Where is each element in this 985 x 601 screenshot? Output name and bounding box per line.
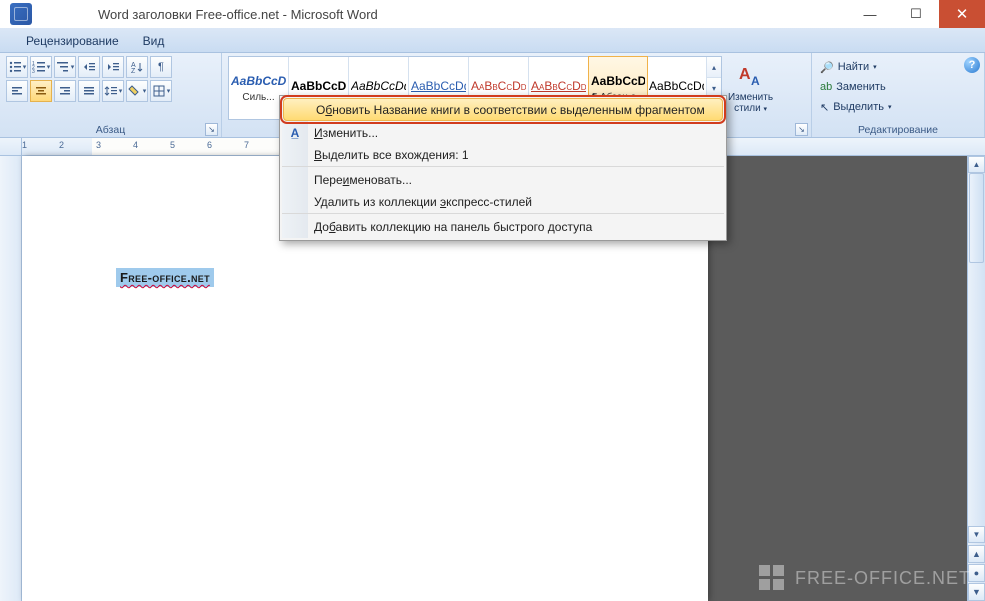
ctx-item-3[interactable]: Переименовать...	[282, 168, 724, 191]
replace-icon: ab	[820, 81, 832, 93]
change-styles-button[interactable]: AA Изменить стили ▾	[728, 56, 773, 120]
align-center-button[interactable]	[30, 80, 52, 102]
app-icon	[10, 3, 32, 25]
minimize-button[interactable]: —	[847, 0, 893, 28]
decrease-indent-button[interactable]	[78, 56, 100, 78]
change-styles-icon: AA	[736, 62, 766, 90]
align-left-button[interactable]	[6, 80, 28, 102]
title-bar: Word заголовки Free-office.net - Microso…	[0, 0, 985, 28]
find-button[interactable]: 🔎Найти▾	[820, 57, 976, 77]
styles-launcher[interactable]: ↘	[795, 123, 808, 136]
sort-button[interactable]: AZ	[126, 56, 148, 78]
paragraph-launcher[interactable]: ↘	[205, 123, 218, 136]
group-paragraph: ▾ 123▾ ▾ AZ ¶ ▾ ▾ ▾ Абзац ↘	[0, 53, 222, 137]
show-marks-button[interactable]: ¶	[150, 56, 172, 78]
tab-view[interactable]: Вид	[131, 30, 177, 52]
align-right-button[interactable]	[54, 80, 76, 102]
find-icon: 🔎	[820, 61, 834, 74]
selected-text[interactable]: Free-office.net	[116, 268, 214, 287]
close-button[interactable]: ✕	[939, 0, 985, 28]
window-title: Word заголовки Free-office.net - Microso…	[38, 7, 378, 22]
multilevel-button[interactable]: ▾	[54, 56, 76, 78]
group-paragraph-label: Абзац	[96, 124, 125, 136]
group-editing-label: Редактирование	[812, 124, 984, 136]
svg-text:3: 3	[32, 69, 35, 74]
group-editing: 🔎Найти▾ abЗаменить ↖Выделить▾ Редактиров…	[812, 53, 985, 137]
ctx-item-5[interactable]: Добавить коллекцию на панель быстрого до…	[282, 215, 724, 238]
ribbon-tabs: Рецензирование Вид	[0, 28, 985, 53]
line-spacing-button[interactable]: ▾	[102, 80, 124, 102]
select-label: Выделить	[833, 101, 884, 113]
tab-reviewing[interactable]: Рецензирование	[14, 30, 131, 52]
scroll-down-button[interactable]: ▼	[968, 526, 985, 543]
ctx-item-2[interactable]: Выделить все вхождения: 1	[282, 144, 724, 167]
svg-text:Z: Z	[131, 68, 136, 74]
find-label: Найти	[838, 61, 869, 73]
ctx-item-1[interactable]: A̲Изменить...	[282, 121, 724, 144]
svg-text:A: A	[739, 66, 751, 83]
borders-button[interactable]: ▾	[150, 80, 172, 102]
watermark: FREE-OFFICE.NET	[759, 565, 971, 591]
prev-page-button[interactable]: ▲	[968, 545, 985, 563]
replace-button[interactable]: ab Заменить	[820, 77, 976, 97]
maximize-button[interactable]: ☐	[893, 0, 939, 28]
select-icon: ↖	[820, 101, 829, 114]
ctx-item-0[interactable]: Обновить Название книги в соответствии с…	[283, 98, 723, 121]
numbering-button[interactable]: 123▾	[30, 56, 52, 78]
svg-text:A: A	[751, 74, 760, 88]
ctx-item-icon: A̲	[286, 124, 304, 142]
justify-button[interactable]	[78, 80, 100, 102]
replace-label: Заменить	[836, 81, 885, 93]
vertical-scrollbar[interactable]: ▲ ▼ ▲ ● ▼	[967, 156, 985, 601]
shading-button[interactable]: ▾	[126, 80, 148, 102]
scroll-thumb[interactable]	[969, 173, 984, 263]
style-scroll-0[interactable]: ▴	[707, 57, 721, 77]
select-button[interactable]: ↖Выделить▾	[820, 97, 976, 117]
ctx-item-4[interactable]: Удалить из коллекции экспресс-стилей	[282, 191, 724, 214]
scroll-up-button[interactable]: ▲	[968, 156, 985, 173]
increase-indent-button[interactable]	[102, 56, 124, 78]
windows-icon	[759, 565, 785, 591]
vertical-ruler[interactable]	[0, 156, 22, 601]
watermark-text: FREE-OFFICE.NET	[795, 568, 971, 589]
style-context-menu: Обновить Название книги в соответствии с…	[279, 95, 727, 241]
bullets-button[interactable]: ▾	[6, 56, 28, 78]
